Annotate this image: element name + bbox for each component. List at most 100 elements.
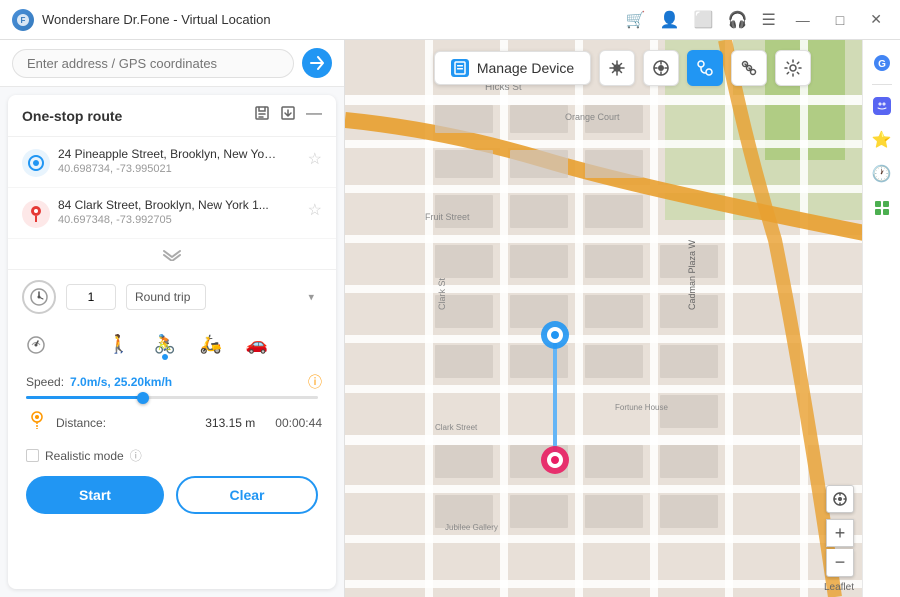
- speed-meter-icon: [22, 330, 50, 358]
- stop-star-1[interactable]: ☆: [308, 149, 322, 169]
- trip-type-select[interactable]: Round trip One trip Infinite loop: [126, 284, 206, 310]
- map-svg: Hicks St Clark St Cadman Plaza W Pineapp…: [345, 40, 900, 597]
- route-minimize-icon[interactable]: —: [306, 105, 322, 126]
- svg-text:Cadman Plaza W: Cadman Plaza W: [687, 239, 697, 310]
- close-button[interactable]: ✕: [864, 9, 888, 30]
- speed-slider-container: [22, 396, 322, 409]
- waypoint-tool-btn[interactable]: [731, 50, 767, 86]
- trip-count-input[interactable]: 1: [66, 284, 116, 310]
- svg-text:Jubilee Gallery: Jubilee Gallery: [445, 523, 498, 532]
- controls-section: 1 Round trip One trip Infinite loop: [8, 269, 336, 532]
- transport-modes: 🚶 🚴 🛵 🚗: [54, 326, 322, 362]
- trip-type-select-wrapper: Round trip One trip Infinite loop: [126, 284, 322, 310]
- svg-text:F: F: [21, 16, 26, 25]
- grid-sidebar-btn[interactable]: [867, 193, 897, 223]
- svg-text:Orange Court: Orange Court: [565, 112, 620, 122]
- app-title: Wondershare Dr.Fone - Virtual Location: [42, 12, 271, 27]
- route-save-icon[interactable]: [254, 105, 270, 126]
- stop-address-2: 84 Clark Street, Brooklyn, New York 1...: [58, 198, 278, 212]
- stop-star-2[interactable]: ☆: [308, 200, 322, 220]
- action-buttons: Start Clear: [22, 476, 322, 522]
- stop-text-1: 24 Pineapple Street, Brooklyn, New York …: [58, 147, 300, 175]
- speed-row: Speed: 7.0m/s, 25.20km/h ⓘ: [22, 372, 322, 392]
- speed-info-icon[interactable]: ⓘ: [308, 372, 322, 392]
- route-title: One-stop route: [22, 108, 254, 124]
- svg-text:Fruit Street: Fruit Street: [425, 212, 470, 222]
- teleport-tool-btn[interactable]: [599, 50, 635, 86]
- clear-button[interactable]: Clear: [176, 476, 318, 514]
- svg-text:Clark St: Clark St: [437, 277, 447, 310]
- route-header: One-stop route —: [8, 95, 336, 137]
- map-controls-bottom-right: + −: [826, 485, 854, 577]
- sidebar-divider-1: [872, 84, 892, 85]
- transport-row: 🚶 🚴 🛵 🚗: [22, 326, 322, 362]
- titlebar-icon-3[interactable]: ⬜: [694, 10, 714, 30]
- google-maps-sidebar-btn[interactable]: G: [867, 48, 897, 78]
- minimize-button[interactable]: —: [790, 10, 816, 30]
- realistic-info-icon[interactable]: ⓘ: [130, 447, 142, 464]
- map-right-sidebar: G ⭐ 🕐: [862, 40, 900, 597]
- zoom-out-button[interactable]: −: [826, 549, 854, 577]
- stop-coords-1: 40.698734, -73.995021: [58, 163, 300, 175]
- search-go-button[interactable]: [302, 48, 332, 78]
- titlebar-icon-4[interactable]: 🎧: [728, 10, 748, 30]
- stop-text-2: 84 Clark Street, Brooklyn, New York 1...…: [58, 198, 300, 226]
- left-panel: One-stop route — 24 Pineapple St: [0, 40, 345, 597]
- distance-row: Distance: 313.15 m 00:00:44: [22, 409, 322, 437]
- realistic-mode-checkbox[interactable]: [26, 449, 39, 462]
- route-panel: One-stop route — 24 Pineapple St: [8, 95, 336, 589]
- distance-value: 313.15 m: [205, 416, 255, 430]
- main-layout: One-stop route — 24 Pineapple St: [0, 40, 900, 597]
- search-bar: [0, 40, 344, 87]
- stop-coords-2: 40.697348, -73.992705: [58, 214, 300, 226]
- titlebar-left: F Wondershare Dr.Fone - Virtual Location: [12, 9, 271, 31]
- transport-walk-btn[interactable]: 🚶: [99, 326, 139, 362]
- search-input[interactable]: [12, 49, 294, 78]
- realistic-mode-label: Realistic mode: [45, 449, 124, 463]
- speed-dial-icon: [22, 280, 56, 314]
- svg-text:Clark Street: Clark Street: [435, 423, 478, 432]
- joystick-tool-btn[interactable]: [643, 50, 679, 86]
- distance-icon: [26, 409, 48, 437]
- stop-address-1: 24 Pineapple Street, Brooklyn, New York …: [58, 147, 278, 161]
- transport-car-btn[interactable]: 🚗: [237, 326, 277, 362]
- discord-sidebar-btn[interactable]: [867, 91, 897, 121]
- titlebar-icon-2[interactable]: 👤: [660, 10, 680, 30]
- manage-device-label: Manage Device: [477, 60, 574, 76]
- distance-label: Distance:: [56, 416, 197, 430]
- route-export-icon[interactable]: [280, 105, 296, 126]
- route-header-icons: —: [254, 105, 322, 126]
- map-area[interactable]: Hicks St Clark St Cadman Plaza W Pineapp…: [345, 40, 900, 597]
- manage-device-button[interactable]: Manage Device: [434, 51, 591, 85]
- speed-label: Speed:: [26, 375, 64, 389]
- svg-text:Fortune House: Fortune House: [615, 403, 668, 412]
- settings-tool-btn[interactable]: [775, 50, 811, 86]
- start-button[interactable]: Start: [26, 476, 164, 514]
- star-sidebar-btn[interactable]: ⭐: [867, 125, 897, 155]
- maximize-button[interactable]: □: [830, 10, 850, 30]
- leaflet-credit: Leaflet: [824, 582, 854, 593]
- manage-device-icon: [451, 59, 469, 77]
- speed-value: 7.0m/s, 25.20km/h: [70, 375, 172, 389]
- speed-slider-track[interactable]: [26, 396, 318, 399]
- stop-icon-start: [22, 149, 50, 177]
- titlebar: F Wondershare Dr.Fone - Virtual Location…: [0, 0, 900, 40]
- transport-moped-btn[interactable]: 🛵: [191, 326, 231, 362]
- app-logo: F: [12, 9, 34, 31]
- titlebar-controls: 🛒 👤 ⬜ 🎧 ☰ — □ ✕: [626, 9, 888, 30]
- map-toolbar: Manage Device: [345, 50, 900, 86]
- trip-controls: 1 Round trip One trip Infinite loop: [22, 280, 322, 314]
- realistic-mode-row: Realistic mode ⓘ: [22, 447, 322, 464]
- expand-arrow[interactable]: [8, 239, 336, 269]
- titlebar-icon-5[interactable]: ☰: [761, 10, 775, 30]
- stop-icon-end: [22, 200, 50, 228]
- zoom-in-button[interactable]: +: [826, 519, 854, 547]
- time-value: 00:00:44: [275, 416, 322, 430]
- transport-bike-btn[interactable]: 🚴: [145, 326, 185, 362]
- titlebar-icon-1[interactable]: 🛒: [626, 10, 646, 30]
- clock-sidebar-btn[interactable]: 🕐: [867, 159, 897, 189]
- locate-button[interactable]: [826, 485, 854, 513]
- route-stop-1: 24 Pineapple Street, Brooklyn, New York …: [8, 137, 336, 188]
- svg-text:G: G: [878, 59, 886, 70]
- route-tool-btn[interactable]: [687, 50, 723, 86]
